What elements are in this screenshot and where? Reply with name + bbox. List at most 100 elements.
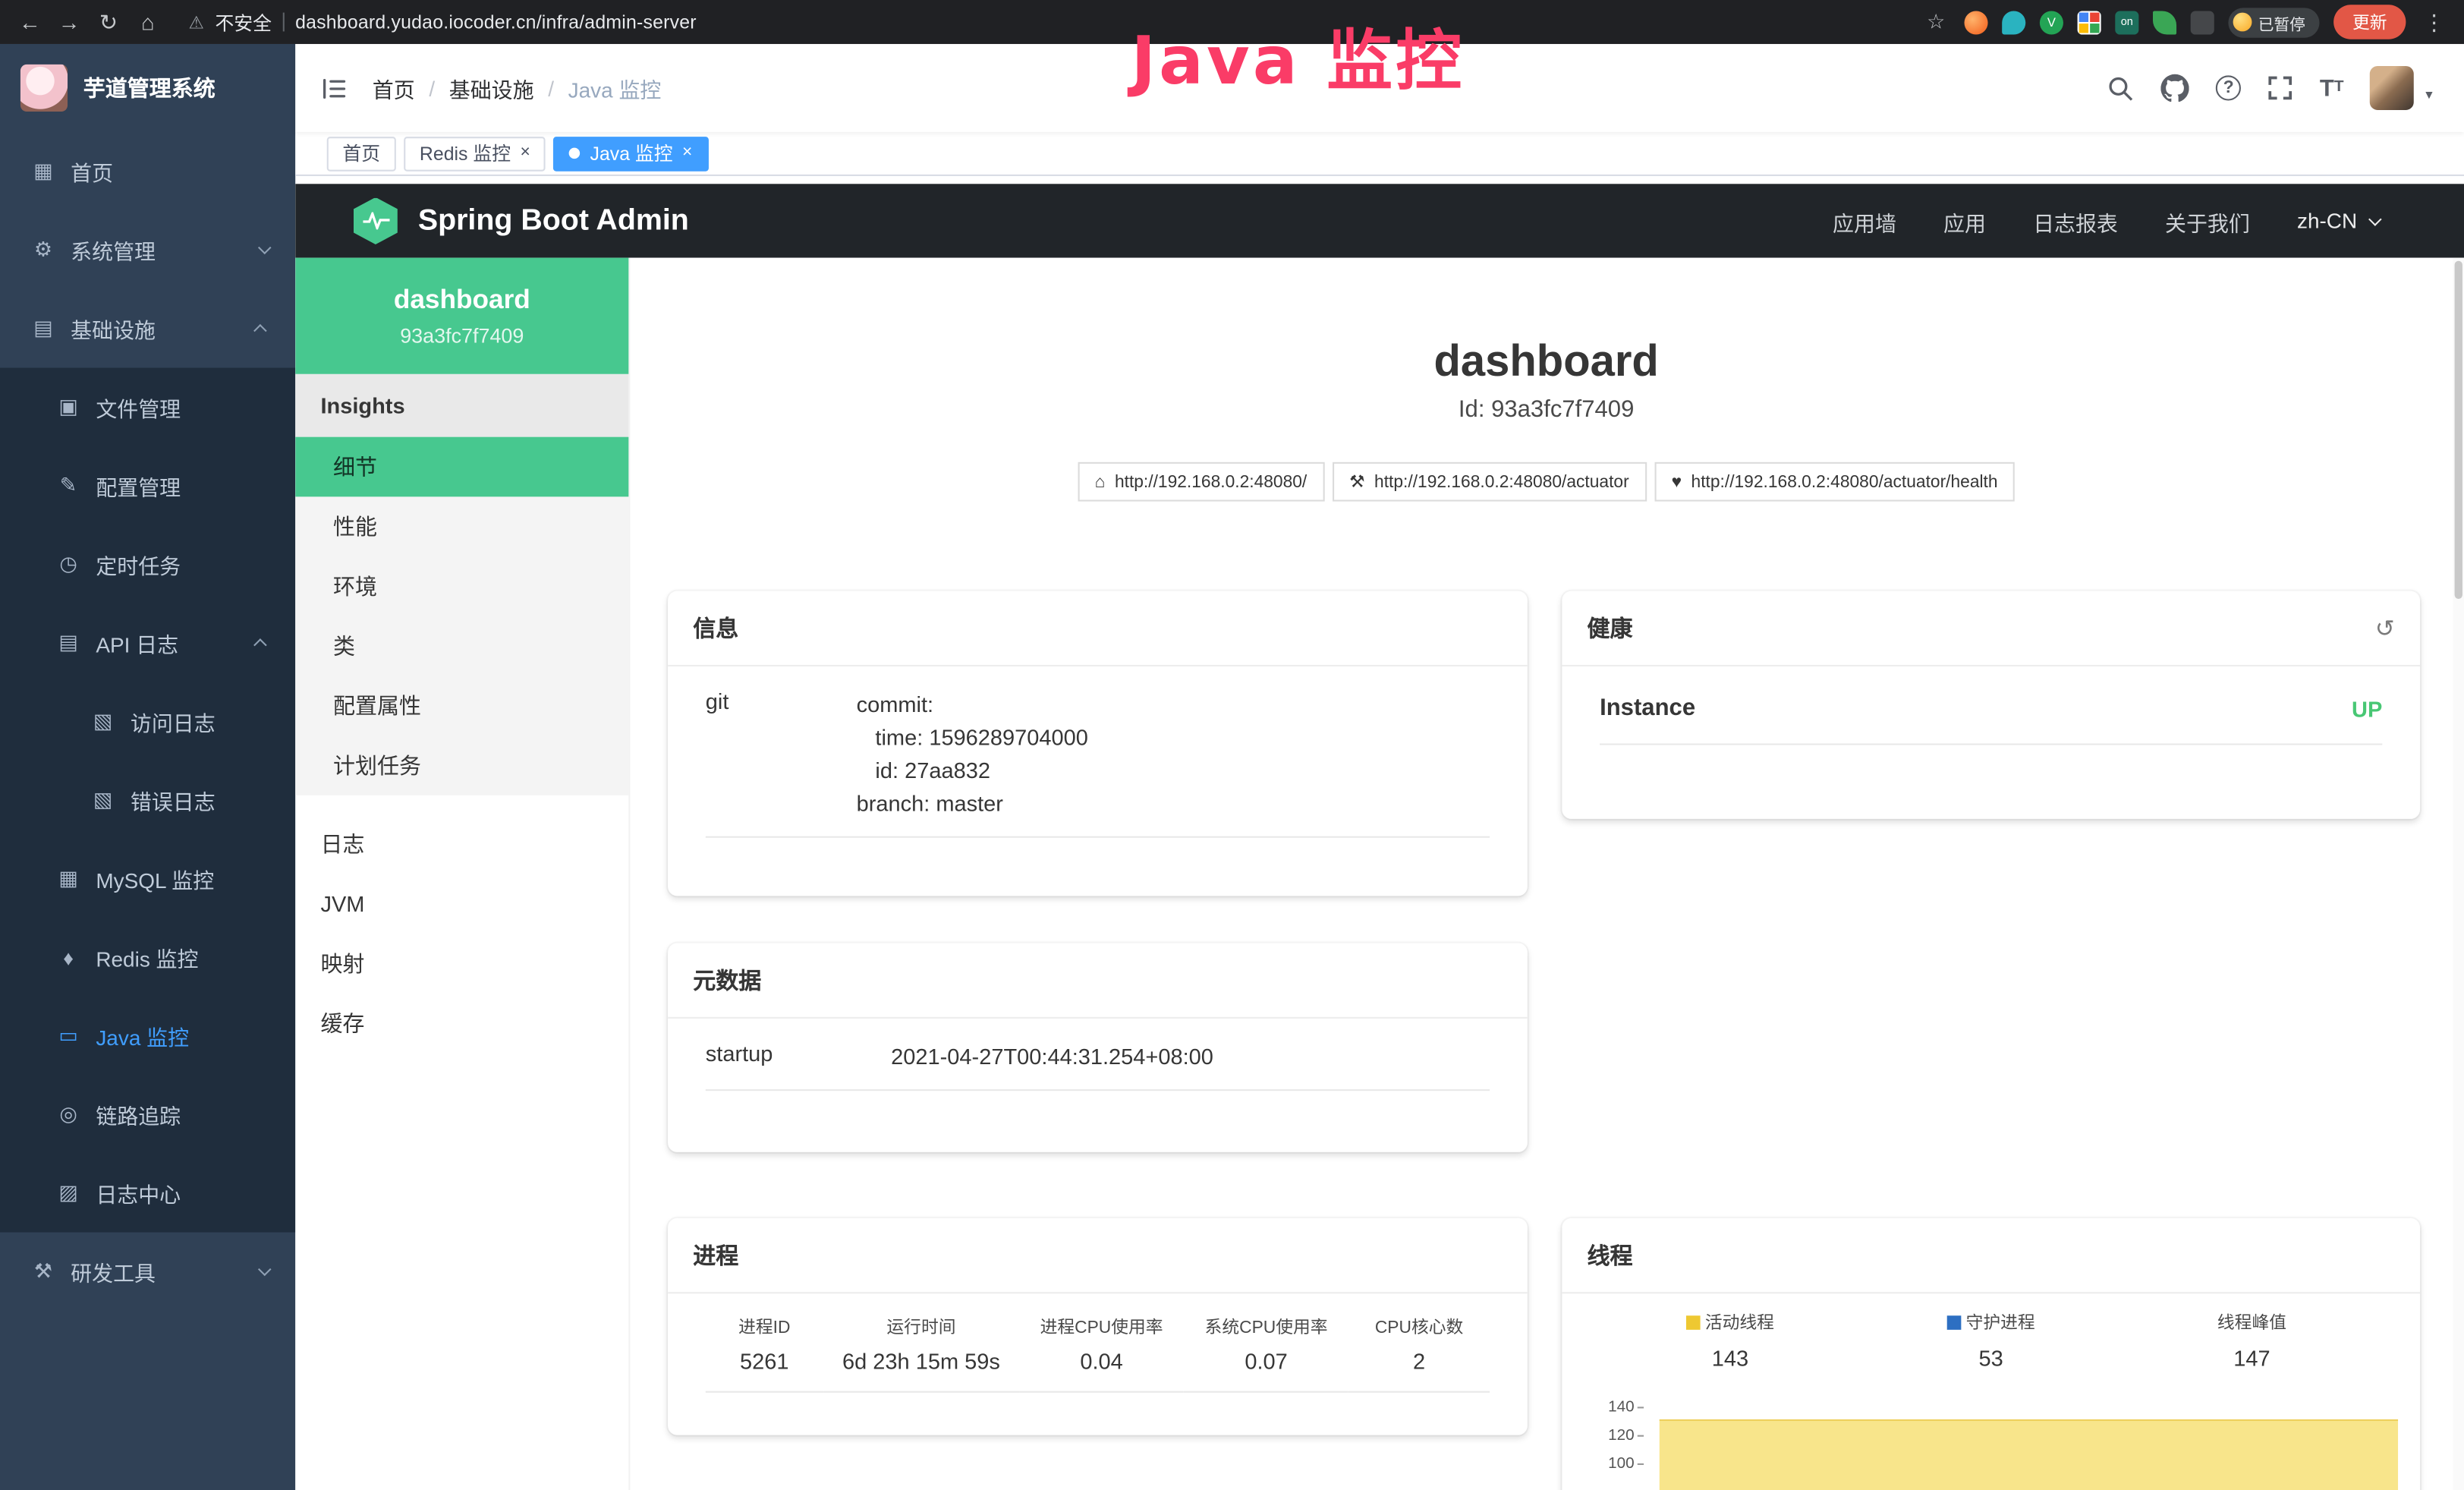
sba-locale-select[interactable]: zh-CN	[2297, 209, 2377, 232]
sba-item-classes[interactable]: 类	[295, 616, 628, 676]
sidebar-item-label: API 日志	[96, 627, 178, 658]
smiley-icon	[2233, 13, 2252, 32]
process-col-process-cpu: 进程CPU使用率	[1019, 1300, 1184, 1343]
sba-item-details[interactable]: 细节	[295, 437, 628, 497]
sba-item-metrics[interactable]: 性能	[295, 496, 628, 556]
address-bar[interactable]: ⚠ 不安全 dashboard.yudao.iocoder.cn/infra/a…	[188, 8, 696, 35]
sidebar-item-infrastructure[interactable]: ▤ 基础设施	[0, 289, 295, 368]
git-commit-line: commit:	[857, 688, 1088, 721]
sba-item-caches[interactable]: 缓存	[295, 994, 628, 1054]
live-threads-label[interactable]: 活动线程	[1705, 1309, 1774, 1334]
sidebar-item-file-management[interactable]: ▣ 文件管理	[0, 368, 295, 447]
sidebar-item-access-logs[interactable]: ▧ 访问日志	[0, 682, 295, 761]
devtools-icon: ⚒	[31, 1259, 55, 1284]
sidebar-item-devtools[interactable]: ⚒ 研发工具	[0, 1233, 295, 1312]
avatar-caret-down-icon[interactable]: ▾	[2425, 87, 2432, 104]
breadcrumb-separator: /	[429, 76, 435, 99]
sidebar-item-label: Redis 监控	[96, 941, 198, 972]
browser-actions: ☆ V on 已暂停 更新 ⋮	[1922, 5, 2449, 39]
collapse-sidebar-icon[interactable]	[320, 74, 347, 101]
sba-item-loggers[interactable]: 日志	[295, 814, 628, 874]
extension-icon-on[interactable]: on	[2115, 10, 2138, 33]
actuator-url-link[interactable]: ⚒ http://192.168.0.2:48080/actuator	[1332, 462, 1646, 502]
cpu-count-value: 2	[1348, 1342, 1490, 1391]
sidebar-item-java-monitor[interactable]: ▭ Java 监控	[0, 997, 295, 1076]
app-topbar: 首页 / 基础设施 / Java 监控 ?	[295, 44, 2464, 132]
chevron-down-icon	[258, 241, 272, 255]
reload-icon[interactable]: ↻	[94, 8, 122, 35]
sba-main: dashboard Id: 93a3fc7f7409 ⌂ http://192.…	[628, 258, 2464, 1490]
tab-java-monitor[interactable]: Java 监控 ×	[554, 136, 708, 171]
font-size-icon[interactable]: TT	[2320, 76, 2344, 99]
github-icon[interactable]	[2161, 74, 2189, 102]
sidebar-item-scheduled-jobs[interactable]: ◷ 定时任务	[0, 525, 295, 604]
java-monitor-icon: ▭	[57, 1023, 80, 1048]
sba-item-environment[interactable]: 环境	[295, 556, 628, 616]
history-icon[interactable]: ↺	[2375, 614, 2395, 642]
extension-icon-fox[interactable]	[1965, 10, 1988, 33]
sba-nav-journal[interactable]: 日志报表	[2033, 205, 2118, 236]
close-tab-icon[interactable]: ×	[682, 145, 692, 162]
sba-instance-header[interactable]: dashboard 93a3fc7f7409	[295, 258, 628, 374]
sba-item-scheduled-tasks[interactable]: 计划任务	[295, 736, 628, 795]
back-icon[interactable]: ←	[16, 9, 44, 34]
process-col-system-cpu: 系统CPU使用率	[1184, 1300, 1348, 1343]
breadcrumb-home[interactable]: 首页	[373, 72, 415, 103]
breadcrumb-infrastructure[interactable]: 基础设施	[449, 72, 534, 103]
page-scrollbar[interactable]	[2453, 258, 2464, 1490]
sidebar-item-api-logs[interactable]: ▤ API 日志	[0, 603, 295, 682]
link-label: http://192.168.0.2:48080/actuator/health	[1691, 472, 1998, 491]
sba-item-config-props[interactable]: 配置属性	[295, 676, 628, 736]
chevron-down-icon	[2368, 212, 2382, 225]
access-log-icon: ▧	[91, 709, 115, 734]
instance-url-link[interactable]: ⌂ http://192.168.0.2:48080/	[1078, 462, 1324, 502]
sidebar-item-error-logs[interactable]: ▧ 错误日志	[0, 761, 295, 840]
help-icon[interactable]: ?	[2216, 75, 2241, 100]
instance-name: dashboard	[394, 285, 530, 316]
extension-icon-puzzle[interactable]	[2191, 10, 2214, 33]
sba-nav-about[interactable]: 关于我们	[2165, 205, 2250, 236]
sidebar-item-home[interactable]: ▦ 首页	[0, 132, 295, 211]
fullscreen-icon[interactable]	[2268, 75, 2293, 100]
extension-icon-drop[interactable]	[2002, 10, 2025, 33]
file-icon: ▣	[57, 395, 80, 420]
daemon-threads-label[interactable]: 守护进程	[1966, 1309, 2035, 1334]
git-info-row: git commit: time: 1596289704000 id: 27aa…	[706, 666, 1490, 838]
live-threads-swatch	[1686, 1315, 1701, 1329]
extension-icon-leaf[interactable]	[2153, 10, 2176, 33]
sidebar-item-mysql-monitor[interactable]: ▦ MySQL 监控	[0, 840, 295, 918]
health-instance-row[interactable]: Instance UP	[1600, 666, 2382, 745]
threads-chart: 140 120 100	[1588, 1402, 2402, 1490]
sba-logo-icon[interactable]	[354, 197, 398, 244]
bookmark-star-icon[interactable]: ☆	[1922, 9, 1950, 34]
home-icon[interactable]: ⌂	[134, 9, 162, 34]
extension-icon-v[interactable]: V	[2040, 10, 2063, 33]
sidebar-item-redis-monitor[interactable]: ♦ Redis 监控	[0, 918, 295, 997]
user-avatar[interactable]	[2371, 66, 2415, 110]
tab-label: Redis 监控	[420, 140, 511, 166]
tab-redis-monitor[interactable]: Redis 监控 ×	[404, 136, 546, 171]
tab-home[interactable]: 首页	[327, 136, 396, 171]
chrome-update-button[interactable]: 更新	[2333, 5, 2406, 39]
scrollbar-thumb[interactable]	[2455, 261, 2462, 599]
sba-item-jvm[interactable]: JVM	[295, 874, 628, 934]
app-logo-row[interactable]: 芋道管理系统	[0, 44, 295, 132]
sidebar-item-label: 配置管理	[96, 470, 181, 501]
y-tick-120: 120	[1608, 1427, 1635, 1444]
search-icon[interactable]	[2107, 74, 2134, 101]
forward-icon[interactable]: →	[55, 9, 83, 34]
daemon-threads-value: 53	[1861, 1346, 2122, 1371]
close-tab-icon[interactable]: ×	[520, 145, 530, 162]
chrome-menu-icon[interactable]: ⋮	[2420, 8, 2448, 35]
sidebar-item-tracing[interactable]: ◎ 链路追踪	[0, 1075, 295, 1154]
paused-badge[interactable]: 已暂停	[2228, 7, 2319, 36]
sidebar-item-log-center[interactable]: ▨ 日志中心	[0, 1154, 295, 1233]
sba-nav-applications[interactable]: 应用	[1943, 205, 1986, 236]
sidebar-item-config-management[interactable]: ✎ 配置管理	[0, 446, 295, 525]
sba-item-mappings[interactable]: 映射	[295, 934, 628, 994]
extension-icon-grid[interactable]	[2078, 10, 2101, 33]
sidebar-item-system-management[interactable]: ⚙ 系统管理	[0, 210, 295, 289]
health-url-link[interactable]: ♥ http://192.168.0.2:48080/actuator/heal…	[1654, 462, 2016, 502]
sba-nav-wallboard[interactable]: 应用墙	[1833, 205, 1896, 236]
sidebar-item-label: 错误日志	[131, 784, 216, 815]
